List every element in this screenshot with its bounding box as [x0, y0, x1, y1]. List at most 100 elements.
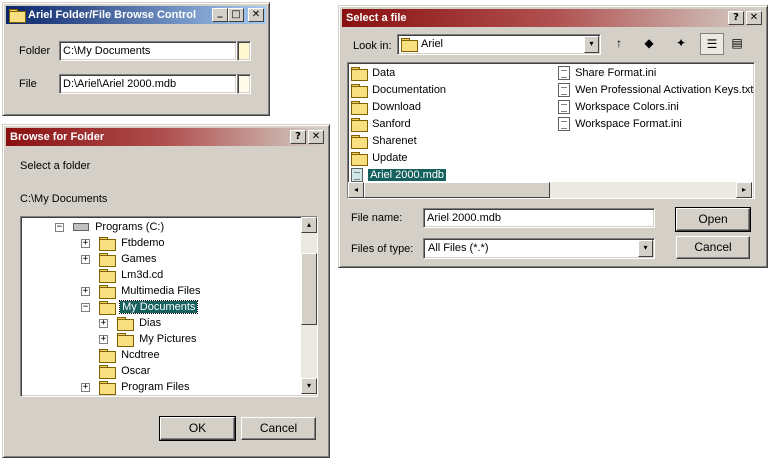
cancel-button[interactable]: Cancel	[241, 417, 316, 440]
folder-icon	[117, 317, 134, 332]
tree-item-label: Lm3d.cd	[121, 269, 164, 281]
scroll-thumb[interactable]	[301, 253, 317, 325]
scroll-right-button[interactable]: ▸	[736, 182, 752, 198]
browse-control-window: Ariel Folder/File Browse Control _ □ ✕ F…	[2, 2, 270, 116]
lookin-combo[interactable]: Ariel ▾	[397, 34, 601, 55]
tree-item-label: My Documents	[119, 300, 199, 314]
close-button[interactable]: ✕	[248, 8, 264, 22]
scroll-up-button[interactable]: ▴	[301, 217, 317, 233]
scroll-down-button[interactable]: ▾	[301, 378, 317, 394]
minimize-button[interactable]: _	[212, 8, 228, 22]
expand-icon[interactable]: +	[81, 287, 90, 296]
details-view-icon[interactable]: ▤	[725, 33, 749, 55]
tree-item-my-pictures[interactable]: + My Pictures	[99, 331, 197, 348]
filetype-combo[interactable]: All Files (*.*) ▾	[423, 238, 655, 259]
desktop-icon[interactable]: ◆	[637, 33, 661, 55]
file-item-workspace-colors[interactable]: Workspace Colors.ini	[558, 99, 679, 116]
select-file-dialog: Select a file ? ✕ Look in: Ariel ▾ ↑ ◆ ✦…	[338, 5, 768, 268]
tree-item-program-files[interactable]: + Program Files	[81, 379, 190, 396]
expand-icon[interactable]: +	[81, 255, 90, 264]
ini-file-icon	[558, 66, 570, 81]
expand-icon[interactable]: +	[99, 319, 108, 328]
tree-item-ncdtree[interactable]: Ncdtree	[83, 347, 160, 364]
folder-icon	[99, 269, 116, 284]
select-file-titlebar[interactable]: Select a file ? ✕	[342, 9, 764, 27]
expand-icon[interactable]: +	[81, 239, 90, 248]
folder-item-label: Data	[372, 67, 396, 79]
tree-item-label: My Pictures	[139, 333, 197, 345]
folder-icon	[351, 67, 368, 82]
tree-item-ftbdemo[interactable]: + Ftbdemo	[81, 235, 165, 252]
maximize-button[interactable]: □	[228, 8, 244, 22]
collapse-icon[interactable]: −	[81, 303, 90, 312]
file-item-share-format[interactable]: Share Format.ini	[558, 65, 656, 82]
file-browse-icon[interactable]	[237, 74, 251, 94]
folder-icon	[117, 333, 134, 348]
file-item-activation-keys[interactable]: Wen Professional Activation Keys.txt	[558, 82, 753, 99]
lookin-dropdown-button[interactable]: ▾	[584, 36, 599, 53]
tree-item-dias[interactable]: + Dias	[99, 315, 161, 332]
browse-control-titlebar[interactable]: Ariel Folder/File Browse Control _ □ ✕	[6, 6, 266, 24]
tree-item-label: Games	[121, 253, 157, 265]
browse-folder-title: Browse for Folder	[10, 131, 105, 143]
tree-item-label: Ftbdemo	[121, 237, 165, 249]
lookin-value: Ariel	[421, 38, 444, 50]
up-folder-icon[interactable]: ↑	[607, 33, 631, 55]
folder-field[interactable]: C:\My Documents	[59, 41, 237, 61]
open-button[interactable]: Open	[675, 207, 751, 232]
folder-icon	[99, 237, 116, 252]
tree-item-label: Programs (C:)	[95, 221, 165, 233]
folder-item-data[interactable]: Data	[351, 65, 395, 82]
tree-item-my-documents[interactable]: − My Documents	[81, 299, 199, 316]
collapse-icon[interactable]: −	[55, 223, 64, 232]
folder-browse-icon[interactable]	[237, 41, 251, 61]
ok-button[interactable]: OK	[159, 416, 236, 441]
scroll-left-button[interactable]: ◂	[348, 182, 364, 198]
lookin-label: Look in:	[353, 40, 392, 52]
file-list-hscrollbar[interactable]: ◂ ▸	[348, 182, 752, 198]
filename-field[interactable]: Ariel 2000.mdb	[423, 208, 655, 228]
folder-item-download[interactable]: Download	[351, 99, 421, 116]
file-item-label: Share Format.ini	[575, 67, 657, 79]
tree-item-games[interactable]: + Games	[81, 251, 157, 268]
folder-icon	[9, 9, 26, 23]
tree-item-programs-c[interactable]: − Programs (C:)	[55, 219, 165, 235]
file-list[interactable]: Data Documentation Download Sanford Shar…	[347, 62, 755, 199]
help-button[interactable]: ?	[728, 11, 744, 25]
folder-tree[interactable]: − Programs (C:) + Ftbdemo + Games Lm3d.c…	[20, 216, 318, 397]
new-folder-icon[interactable]: ✦	[669, 33, 693, 55]
tree-item-oscar[interactable]: Oscar	[83, 363, 150, 380]
folder-icon	[351, 84, 368, 99]
filetype-dropdown-button[interactable]: ▾	[638, 240, 653, 257]
folder-icon	[99, 285, 116, 300]
cancel-button[interactable]: Cancel	[676, 236, 750, 259]
scroll-thumb[interactable]	[364, 182, 550, 198]
help-button[interactable]: ?	[290, 130, 306, 144]
folder-icon	[99, 253, 116, 268]
expand-icon[interactable]: +	[99, 335, 108, 344]
folder-icon	[351, 152, 368, 167]
close-button[interactable]: ✕	[746, 11, 762, 25]
folder-item-sanford[interactable]: Sanford	[351, 116, 411, 133]
tree-scrollbar[interactable]: ▴ ▾	[301, 217, 317, 394]
tree-item-multimedia[interactable]: + Multimedia Files	[81, 283, 201, 300]
folder-label: Folder	[19, 45, 51, 57]
browse-folder-titlebar[interactable]: Browse for Folder ? ✕	[6, 128, 326, 146]
file-item-workspace-format[interactable]: Workspace Format.ini	[558, 116, 682, 133]
close-button[interactable]: ✕	[308, 130, 324, 144]
list-view-icon[interactable]: ☰	[700, 33, 724, 55]
folder-item-update[interactable]: Update	[351, 150, 408, 167]
file-item-label: Wen Professional Activation Keys.txt	[575, 84, 754, 96]
folder-item-documentation[interactable]: Documentation	[351, 82, 446, 99]
browse-folder-dialog: Browse for Folder ? ✕ Select a folder C:…	[2, 124, 330, 458]
folder-item-sharenet[interactable]: Sharenet	[351, 133, 417, 150]
expand-icon[interactable]: +	[81, 383, 90, 392]
folder-item-label: Download	[372, 101, 421, 113]
open-folder-icon	[99, 301, 116, 316]
tree-item-lm3d[interactable]: Lm3d.cd	[83, 267, 164, 284]
folder-item-label: Update	[372, 152, 408, 164]
folder-icon	[351, 135, 368, 150]
file-field[interactable]: D:\Ariel\Ariel 2000.mdb	[59, 74, 237, 94]
select-file-title: Select a file	[346, 12, 407, 24]
tree-item-label: Program Files	[121, 381, 190, 393]
